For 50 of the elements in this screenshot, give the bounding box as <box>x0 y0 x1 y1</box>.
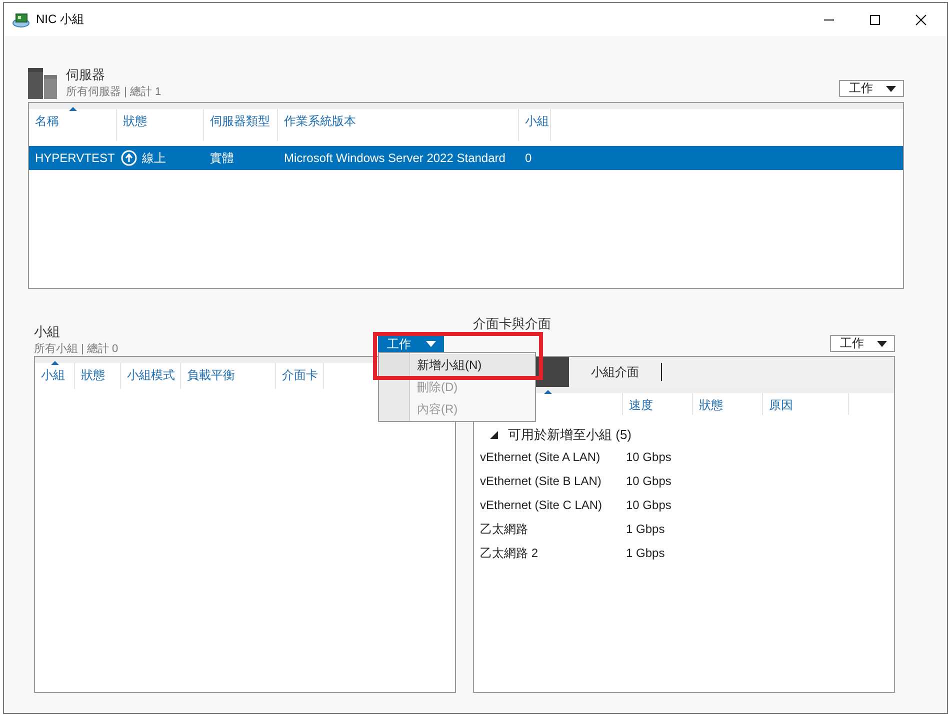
sort-arrow-icon <box>68 107 76 111</box>
adapter-name: vEthernet (Site B LAN) <box>480 474 602 488</box>
table-cell-text: 實體 <box>209 150 235 166</box>
column-header[interactable]: 作業系統版本 <box>278 109 519 141</box>
maximize-icon[interactable] <box>869 14 881 26</box>
network-card-icon <box>12 12 30 28</box>
tasks-dropdown[interactable]: 工作 <box>830 335 895 352</box>
section-title: 伺服器 <box>66 66 106 84</box>
adapter-name: vEthernet (Site C LAN) <box>480 498 604 512</box>
table-cell-text: Microsoft Windows Server 2022 Standard <box>283 151 506 165</box>
adapter-speed: 1 Gbps <box>626 546 665 560</box>
column-header[interactable]: 狀態 <box>75 363 121 389</box>
caret-icon <box>886 86 896 92</box>
adapter-speed: 10 Gbps <box>626 498 672 512</box>
sort-arrow-icon <box>50 361 58 365</box>
caret-icon <box>877 340 887 346</box>
expand-triangle-icon <box>490 431 498 439</box>
column-header[interactable]: 介面卡 <box>276 363 324 389</box>
column-header[interactable]: 名稱 <box>29 109 117 141</box>
column-header[interactable]: 速度 <box>623 393 693 415</box>
adapter-speed: 10 Gbps <box>626 450 672 464</box>
adapter-speed: 10 Gbps <box>626 474 672 488</box>
section-title: 介面卡與介面 <box>473 315 551 333</box>
column-header[interactable]: 負載平衡 <box>181 363 276 389</box>
window-title: NIC 小組 <box>36 11 84 28</box>
section-title: 小組 <box>34 323 61 341</box>
adapter-name: 乙太網路 <box>480 520 529 538</box>
menu-item[interactable]: 新增小組(N) <box>379 354 535 376</box>
column-header[interactable]: 狀態 <box>693 393 763 415</box>
caret-icon <box>426 341 436 347</box>
tasks-dropdown[interactable]: 工作 <box>378 336 444 352</box>
column-header[interactable]: 原因 <box>763 393 849 415</box>
sort-arrow-icon <box>544 390 552 394</box>
table-cell: 線上 <box>142 150 166 166</box>
close-icon[interactable] <box>915 14 927 26</box>
column-header[interactable]: 狀態 <box>117 109 204 141</box>
server-icon <box>28 68 57 99</box>
table-cell-text: 0 <box>524 151 533 165</box>
section-subtitle: 所有伺服器 | 總計 1 <box>66 84 162 99</box>
adapter-speed: 1 Gbps <box>626 522 665 536</box>
table-cell-text: HYPERVTEST <box>34 151 116 165</box>
server-row[interactable]: HYPERVTEST 線上 實體 Microsoft Windows Server 2022 Standard 0 <box>29 146 903 170</box>
column-header[interactable]: 伺服器類型 <box>204 109 278 141</box>
column-header[interactable]: 小組 <box>35 363 75 389</box>
column-header[interactable]: 小組模式 <box>121 363 181 389</box>
adapter-name: vEthernet (Site A LAN) <box>480 450 602 464</box>
adapter-name: 乙太網路 2 <box>480 544 540 562</box>
section-subtitle: 所有小組 | 總計 0 <box>34 342 118 356</box>
column-header[interactable]: 小組 <box>519 109 551 141</box>
tasks-dropdown[interactable]: 工作 <box>839 80 904 97</box>
